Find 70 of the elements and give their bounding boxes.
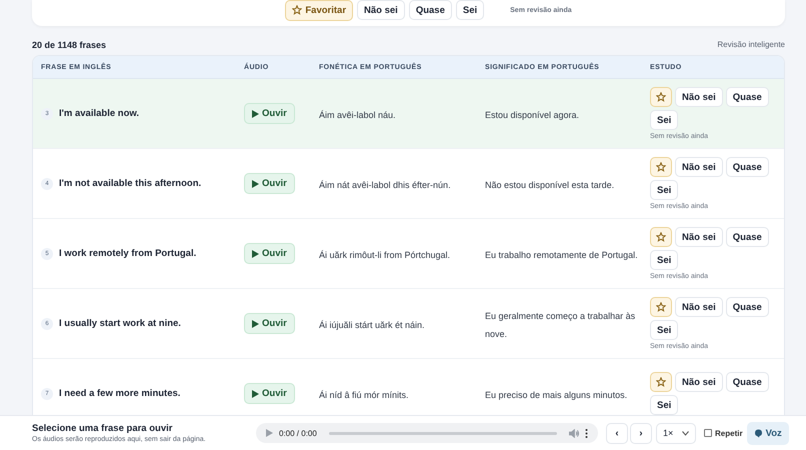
rating-button[interactable]: Quase [726, 372, 769, 392]
play-button[interactable]: Ouvir [244, 383, 295, 404]
star-icon [656, 377, 666, 387]
more-icon[interactable] [585, 428, 588, 438]
phonetic-text: Ái uărk rimôut-li from Pórtchugal. [319, 250, 450, 260]
rating-button[interactable]: Sei [650, 110, 678, 130]
phonetic-text: Áim nát avêi-labol dhis éfter-nún. [319, 180, 451, 190]
star-icon [656, 302, 666, 312]
time-display: 0:00 / 0:00 [279, 428, 317, 438]
play-icon [252, 110, 259, 118]
meaning-text: Eu trabalho remotamente de Portugal. [485, 250, 638, 260]
play-button[interactable]: Ouvir [244, 313, 295, 334]
english-phrase: I need a few more minutes. [59, 388, 180, 399]
favorite-button[interactable] [650, 87, 672, 107]
favorite-button[interactable] [650, 227, 672, 247]
rating-button[interactable]: Não sei [675, 87, 723, 107]
previous-button[interactable]: ‹ [606, 422, 628, 444]
play-icon [252, 390, 259, 398]
rating-button[interactable]: Não sei [675, 297, 723, 317]
repeat-label: Repetir [715, 428, 743, 438]
repeat-checkbox[interactable] [704, 429, 712, 437]
play-button[interactable]: Ouvir [244, 243, 295, 264]
phonetic-text: Ái níd â fiú mór mínits. [319, 390, 409, 400]
star-icon [656, 92, 666, 102]
rating-button[interactable]: Quase [726, 157, 769, 177]
rating-button[interactable]: Sei [650, 250, 678, 270]
rating-button[interactable]: Não sei [675, 227, 723, 247]
star-icon [656, 162, 666, 172]
rating-button[interactable]: Quase [726, 87, 769, 107]
meaning-text: Eu geralmente começo a trabalhar às nove. [485, 310, 636, 338]
play-icon [252, 180, 259, 188]
english-phrase: I'm not available this afternoon. [59, 178, 202, 189]
player-title: Selecione uma frase para ouvir [32, 423, 174, 434]
voice-button[interactable]: Voz [746, 422, 789, 444]
audio-player[interactable]: 0:00 / 0:00 [256, 423, 598, 443]
rating-button[interactable]: Sei [650, 320, 678, 340]
phonetic-text: Áim avêi-labol náu. [319, 110, 396, 120]
next-button[interactable]: › [630, 422, 652, 444]
play-icon [252, 250, 259, 258]
rating-button[interactable]: Quase [726, 227, 769, 247]
rating-button[interactable]: Quase [726, 297, 769, 317]
meaning-text: Estou disponível agora. [485, 110, 580, 120]
speech-bubble-icon [754, 428, 763, 438]
favorite-button[interactable]: Favoritar [285, 0, 354, 20]
phonetic-text: Ái iújuăli stárt uărk ét náin. [319, 320, 425, 330]
star-icon [292, 5, 302, 15]
play-button[interactable]: Ouvir [244, 103, 295, 124]
favorite-button[interactable] [650, 297, 672, 317]
phrase-count: 20 de 1148 frases [32, 40, 106, 50]
caret-icon [682, 430, 689, 436]
english-phrase: I work remotely from Portugal. [59, 248, 196, 259]
rating-button[interactable]: Quase [408, 0, 452, 20]
rating-button[interactable]: Não sei [675, 157, 723, 177]
favorite-button[interactable] [650, 372, 672, 392]
meaning-text: Não estou disponível esta tarde. [485, 180, 614, 190]
favorite-button[interactable] [650, 157, 672, 177]
rating-button[interactable]: Sei [650, 395, 678, 415]
english-phrase: I usually start work at nine. [59, 318, 181, 329]
rating-button[interactable]: Sei [650, 180, 678, 200]
progress-track[interactable] [328, 432, 557, 434]
rating-button[interactable]: Sei [456, 0, 484, 20]
meaning-text: Eu preciso de mais alguns minutos. [485, 390, 628, 400]
review-mode-link[interactable]: Revisão inteligente [717, 40, 785, 49]
english-phrase: I'm available now. [59, 108, 140, 119]
play-button[interactable]: Ouvir [244, 173, 295, 194]
rating-button[interactable]: Não sei [675, 372, 723, 392]
speed-select[interactable]: 1× [656, 422, 696, 444]
rating-button[interactable]: Não sei [357, 0, 405, 20]
play-icon [252, 320, 259, 328]
star-icon [656, 232, 666, 242]
